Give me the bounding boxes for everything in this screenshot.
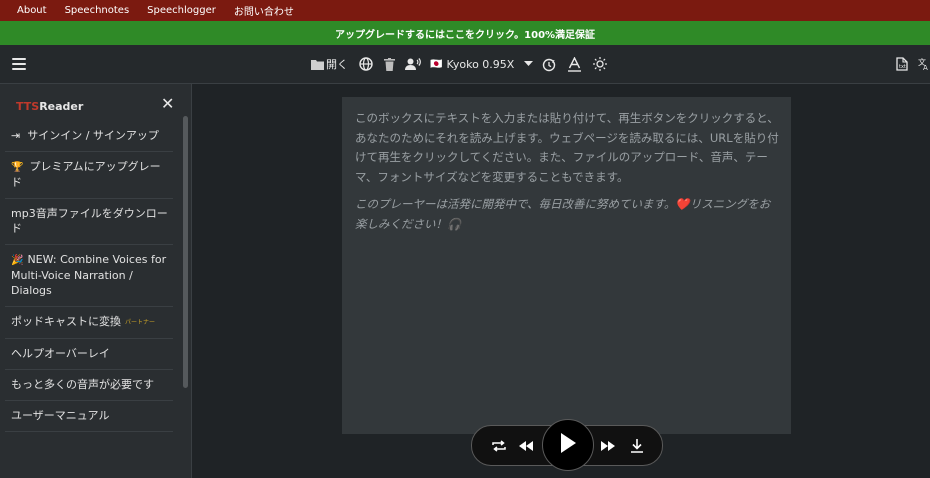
party-popper-icon: 🎉 xyxy=(11,255,24,266)
sidebar-item-label: NEW: Combine Voices for Multi-Voice Narr… xyxy=(11,253,167,297)
sidebar-item-label: ポッドキャストに変換 xyxy=(11,315,121,328)
nav-link-speechnotes[interactable]: Speechnotes xyxy=(65,5,130,16)
sidebar-item-help-overlay[interactable]: ヘルプオーバーレイ xyxy=(5,339,173,370)
sidebar-item-upgrade[interactable]: 🏆 プレミアムにアップグレード xyxy=(5,152,173,199)
brand-reader: Reader xyxy=(39,100,84,113)
sidebar-item-user-manual[interactable]: ユーザーマニュアル xyxy=(5,401,173,432)
caret-down-icon xyxy=(524,61,534,67)
fast-forward-icon[interactable] xyxy=(597,426,619,465)
nav-link-contact[interactable]: お問い合わせ xyxy=(234,3,294,18)
sidebar-item-label: サインイン / サインアップ xyxy=(27,129,159,142)
sidebar-item-label: ユーザーマニュアル xyxy=(11,408,110,422)
play-icon xyxy=(560,433,576,457)
menu-icon[interactable] xyxy=(11,45,26,83)
repeat-icon[interactable] xyxy=(488,426,510,465)
svg-text:z: z xyxy=(552,59,555,65)
trash-icon[interactable] xyxy=(384,45,395,83)
voice-select[interactable]: 🇯🇵 Kyoko 0.95X xyxy=(430,45,534,83)
sidebar-item-download-mp3[interactable]: mp3音声ファイルをダウンロード xyxy=(5,199,173,245)
theme-sun-icon[interactable] xyxy=(593,45,607,83)
upgrade-banner[interactable]: アップグレードするにはここをクリック。100%満足保証 xyxy=(0,21,930,45)
open-button[interactable]: 開く xyxy=(311,45,348,83)
japan-flag-icon: 🇯🇵 xyxy=(430,58,443,70)
sign-in-icon: ⇥ xyxy=(11,129,21,142)
file-export-icon[interactable]: txt xyxy=(896,45,908,83)
partner-badge: パートナー xyxy=(125,318,156,326)
voice-label: Kyoko 0.95X xyxy=(446,57,515,71)
player-controls xyxy=(471,419,663,471)
globe-icon[interactable] xyxy=(359,45,373,83)
sidebar-item-combine-voices[interactable]: 🎉 NEW: Combine Voices for Multi-Voice Nar… xyxy=(5,245,173,307)
sidebar-item-label: プレミアムにアップグレード xyxy=(11,160,161,189)
brand-tts: TTS xyxy=(16,100,40,113)
sidebar-scrollbar[interactable] xyxy=(183,116,188,388)
translate-icon[interactable]: 文A xyxy=(918,45,930,83)
svg-text:A: A xyxy=(923,64,928,71)
open-label: 開く xyxy=(326,58,348,71)
rewind-icon[interactable] xyxy=(515,426,537,465)
sleep-timer-icon[interactable]: z xyxy=(542,45,557,83)
sidebar: TTSReader ✕ ⇥ サインイン / サインアップ 🏆 プレミアムにアップグレ… xyxy=(0,84,192,478)
sidebar-item-podcast[interactable]: ポッドキャストに変換 パートナー xyxy=(5,307,173,339)
folder-icon xyxy=(311,59,324,70)
voice-speaker-icon[interactable] xyxy=(405,45,421,83)
download-icon[interactable] xyxy=(626,426,648,465)
play-button[interactable] xyxy=(542,419,594,471)
toolbar: 開く 🇯🇵 Kyoko 0.95X z txt 文A xyxy=(0,45,930,84)
close-icon[interactable]: ✕ xyxy=(161,96,174,112)
editor-note: このプレーヤーは活発に開発中で、毎日改善に努めています。❤️リスニングをお楽しみ… xyxy=(355,197,771,231)
editor-placeholder: このボックスにテキストを入力または貼り付けて、再生ボタンをクリックすると、あなた… xyxy=(355,111,779,184)
sidebar-title: TTSReader xyxy=(16,100,83,113)
sidebar-item-sign-in[interactable]: ⇥ サインイン / サインアップ xyxy=(5,121,173,152)
sidebar-list: ⇥ サインイン / サインアップ 🏆 プレミアムにアップグレード mp3音声ファイル… xyxy=(0,121,176,432)
font-size-icon[interactable] xyxy=(568,45,581,83)
nav-link-speechlogger[interactable]: Speechlogger xyxy=(147,5,216,16)
sidebar-item-more-voices[interactable]: もっと多くの音声が必要です xyxy=(5,370,173,401)
text-input-area[interactable]: このボックスにテキストを入力または貼り付けて、再生ボタンをクリックすると、あなた… xyxy=(342,97,791,434)
nav-link-about[interactable]: About xyxy=(17,5,47,16)
sidebar-item-label: ヘルプオーバーレイ xyxy=(11,346,110,360)
sidebar-item-label: mp3音声ファイルをダウンロード xyxy=(11,207,168,235)
trophy-icon: 🏆 xyxy=(11,162,24,173)
sidebar-item-label: もっと多くの音声が必要です xyxy=(11,377,154,391)
top-nav: About Speechnotes Speechlogger お問い合わせ xyxy=(0,0,930,21)
svg-text:txt: txt xyxy=(899,64,906,70)
